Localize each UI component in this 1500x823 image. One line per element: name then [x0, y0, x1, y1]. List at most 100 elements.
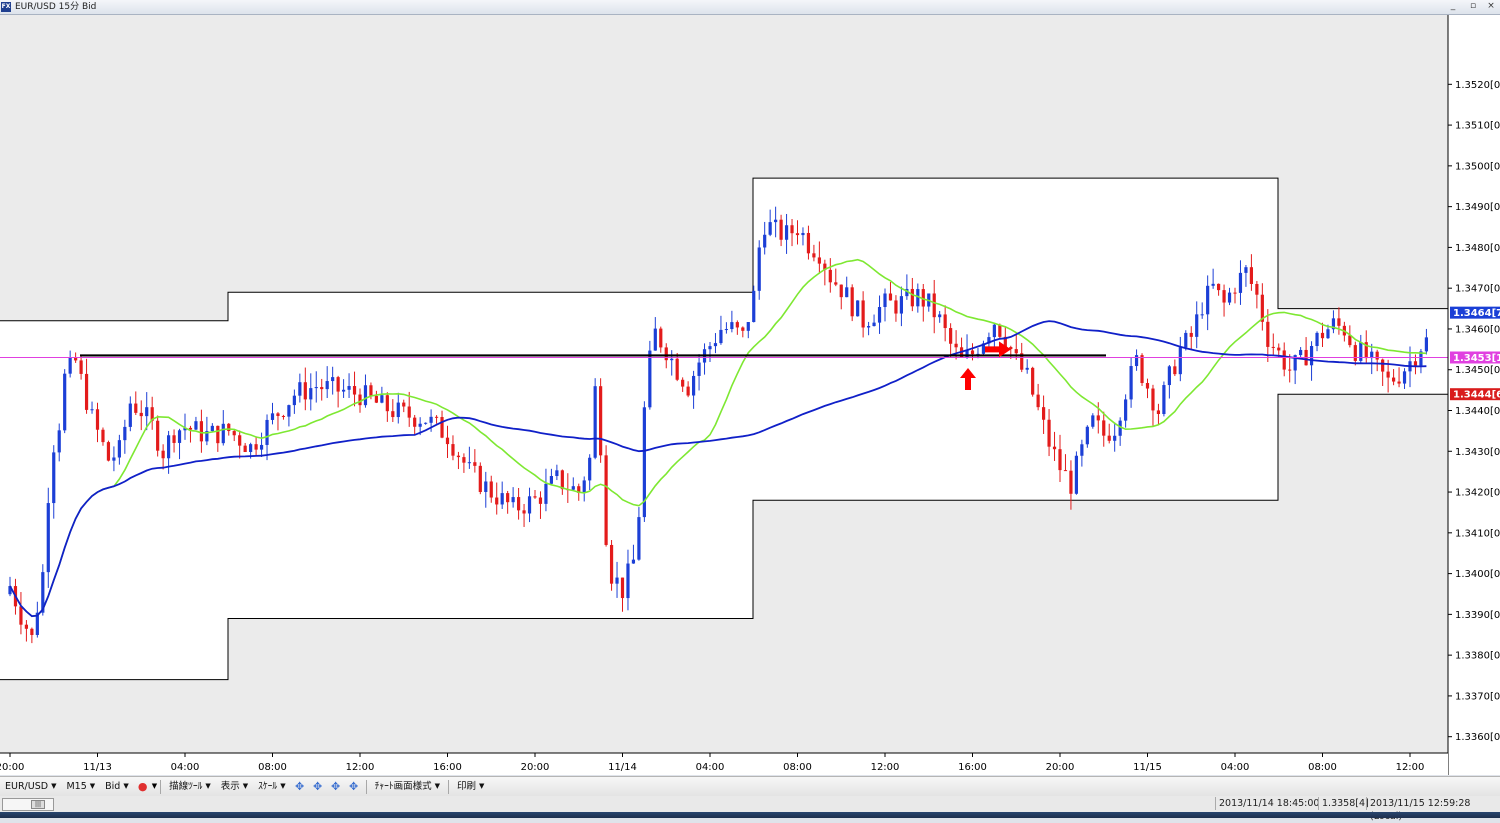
candle-body [1282, 350, 1286, 370]
print-menu[interactable]: 印刷 ▼ [452, 777, 489, 796]
candle-body [1173, 366, 1177, 375]
candle-body [1397, 381, 1401, 384]
candle-body [549, 476, 554, 484]
chevron-down-icon[interactable]: ▼ [152, 777, 157, 796]
candle-body [287, 405, 291, 417]
zoom-out-vertical-icon[interactable]: ✥ [348, 780, 360, 793]
candle-body [1222, 290, 1226, 303]
zoom-in-vertical-icon[interactable]: ✥ [330, 780, 342, 793]
zoom-out-horizontal-icon[interactable]: ✥ [312, 780, 324, 793]
candle-body [500, 493, 504, 505]
minimize-button[interactable]: _ [1446, 0, 1460, 14]
candle-body [763, 234, 767, 248]
candle-body [856, 300, 860, 317]
candle-body [1107, 435, 1111, 441]
candle-body [424, 422, 428, 424]
candle-body [888, 293, 893, 301]
drawing-tools-menu[interactable]: 描線ﾂｰﾙ ▼ [164, 777, 216, 796]
candle-body [325, 381, 329, 390]
candle-body [746, 322, 750, 331]
timeframe-select[interactable]: M15 ▼ [61, 777, 100, 796]
candle-body [527, 496, 532, 514]
candle-body [1113, 435, 1117, 441]
candle-body [128, 403, 132, 427]
session-box-3 [1278, 308, 1448, 395]
candle-body [24, 624, 29, 629]
candle-body [407, 406, 411, 418]
price-marker-label: 1.3453[1 [1453, 353, 1500, 364]
candle-body [309, 388, 313, 400]
candle-body [801, 232, 805, 236]
horizontal-scrollbar[interactable]: ||| [2, 798, 54, 811]
candle-body [216, 425, 220, 444]
candle-body [101, 429, 105, 443]
candle-body [489, 481, 493, 498]
candle-body [845, 287, 849, 298]
candle-body [1085, 426, 1089, 445]
candle-body [117, 440, 121, 458]
candle-body [478, 465, 482, 492]
symbol-select[interactable]: EUR/USD ▼ [0, 777, 61, 796]
candle-body [281, 415, 286, 417]
candle-body [484, 481, 488, 492]
candle-body [910, 288, 914, 307]
candle-body [599, 386, 603, 456]
candle-body [30, 628, 34, 635]
candle-body [166, 435, 171, 459]
candle-body [522, 510, 526, 514]
candle-body [1402, 371, 1407, 384]
chart-area[interactable]: 1.3520[0] 1.3510[0] 1.3500[0] 1.3490[0] 1.34… [0, 15, 1500, 775]
candle-body [68, 357, 72, 374]
candle-body [199, 421, 204, 442]
candle-body [336, 377, 340, 392]
scrollbar-thumb[interactable]: ||| [31, 800, 45, 809]
time-tick-label: 12:00 [346, 762, 375, 773]
candle-body [752, 290, 756, 323]
candle-body [560, 470, 564, 490]
candle-body [1337, 318, 1341, 326]
candle-body [571, 486, 575, 490]
candle-body [1096, 415, 1100, 421]
display-menu[interactable]: 表示 ▼ [216, 777, 253, 796]
candle-body [1036, 394, 1040, 408]
candle-body [872, 322, 876, 327]
candle-body [1233, 292, 1237, 294]
candle-body [1074, 455, 1079, 494]
price-tick-label: 1.3440[0] [1455, 406, 1500, 417]
candle-body [609, 544, 614, 584]
price-tick-label: 1.3370[0] [1455, 691, 1500, 702]
candle-body [227, 423, 231, 432]
close-button[interactable]: × [1484, 0, 1498, 14]
candle-body [1129, 366, 1133, 400]
candle-body [396, 402, 400, 418]
candle-body [495, 497, 499, 505]
candle-body [1238, 272, 1243, 293]
maximize-button[interactable]: ▫ [1466, 0, 1480, 14]
chevron-down-icon: ▼ [479, 782, 485, 790]
candle-body [456, 455, 461, 458]
candle-body [686, 386, 690, 396]
chart-style-menu[interactable]: ﾁｬｰﾄ画面様式 ▼ [370, 777, 445, 796]
price-tick-label: 1.3360[0] [1455, 732, 1500, 743]
color-picker-icon[interactable]: ● [137, 780, 149, 793]
candle-body [1145, 383, 1150, 389]
candle-body [817, 257, 821, 264]
window-title: EUR/USD 15分 Bid [15, 2, 97, 12]
zoom-in-horizontal-icon[interactable]: ✥ [294, 780, 306, 793]
chart-toolbar: EUR/USD ▼ M15 ▼ Bid ▼ ● ▼ 描線ﾂｰﾙ ▼ 表示 ▼ ｽｹｰﾙ ▼ ✥… [0, 776, 1500, 797]
time-tick-label: 20:00 [1046, 762, 1075, 773]
price-type-select[interactable]: Bid ▼ [100, 777, 134, 796]
time-tick-label: 04:00 [696, 762, 725, 773]
candle-body [210, 425, 214, 432]
candle-body [1244, 267, 1248, 273]
candle-body [369, 385, 373, 396]
candle-body [46, 503, 50, 573]
candle-body [265, 419, 269, 445]
scale-menu[interactable]: ｽｹｰﾙ ▼ [253, 777, 290, 796]
candle-body [1359, 342, 1363, 361]
candle-body [380, 395, 384, 403]
candle-body [795, 233, 800, 236]
candlestick-chart[interactable]: 1.3520[0] 1.3510[0] 1.3500[0] 1.3490[0] 1.34… [0, 15, 1500, 775]
candle-body [790, 225, 794, 234]
toolbar-divider [160, 779, 162, 794]
